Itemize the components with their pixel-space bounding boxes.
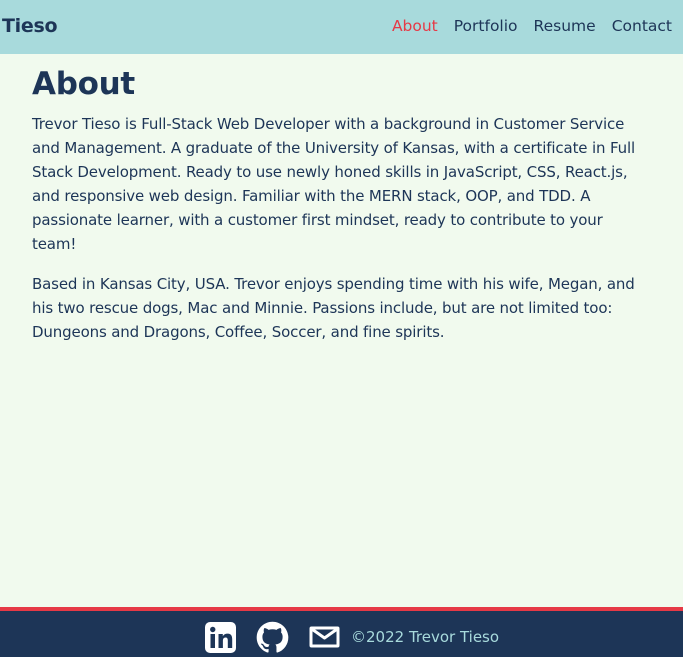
navbar: Tieso About Portfolio Resume Contact <box>0 0 683 54</box>
page-title: About <box>32 66 135 102</box>
github-icon[interactable] <box>255 620 289 654</box>
linkedin-icon[interactable] <box>203 620 237 654</box>
nav-link-contact[interactable]: Contact <box>612 17 672 35</box>
personal-paragraph: Based in Kansas City, USA. Trevor enjoys… <box>32 275 635 341</box>
brand-logo[interactable]: Tieso <box>2 15 58 37</box>
bio-paragraph: Trevor Tieso is Full-Stack Web Developer… <box>32 115 636 253</box>
nav-links: About Portfolio Resume Contact <box>392 17 672 35</box>
footer: ©2022 Trevor Tieso <box>0 607 683 657</box>
nav-link-portfolio[interactable]: Portfolio <box>454 17 518 35</box>
email-icon[interactable] <box>307 620 341 654</box>
copyright-text: ©2022 Trevor Tieso <box>351 628 500 646</box>
nav-link-resume[interactable]: Resume <box>534 17 596 35</box>
footer-links: ©2022 Trevor Tieso <box>203 620 499 654</box>
about-section: About Trevor Tieso is Full-Stack Web Dev… <box>32 66 644 344</box>
nav-link-about[interactable]: About <box>392 17 438 35</box>
